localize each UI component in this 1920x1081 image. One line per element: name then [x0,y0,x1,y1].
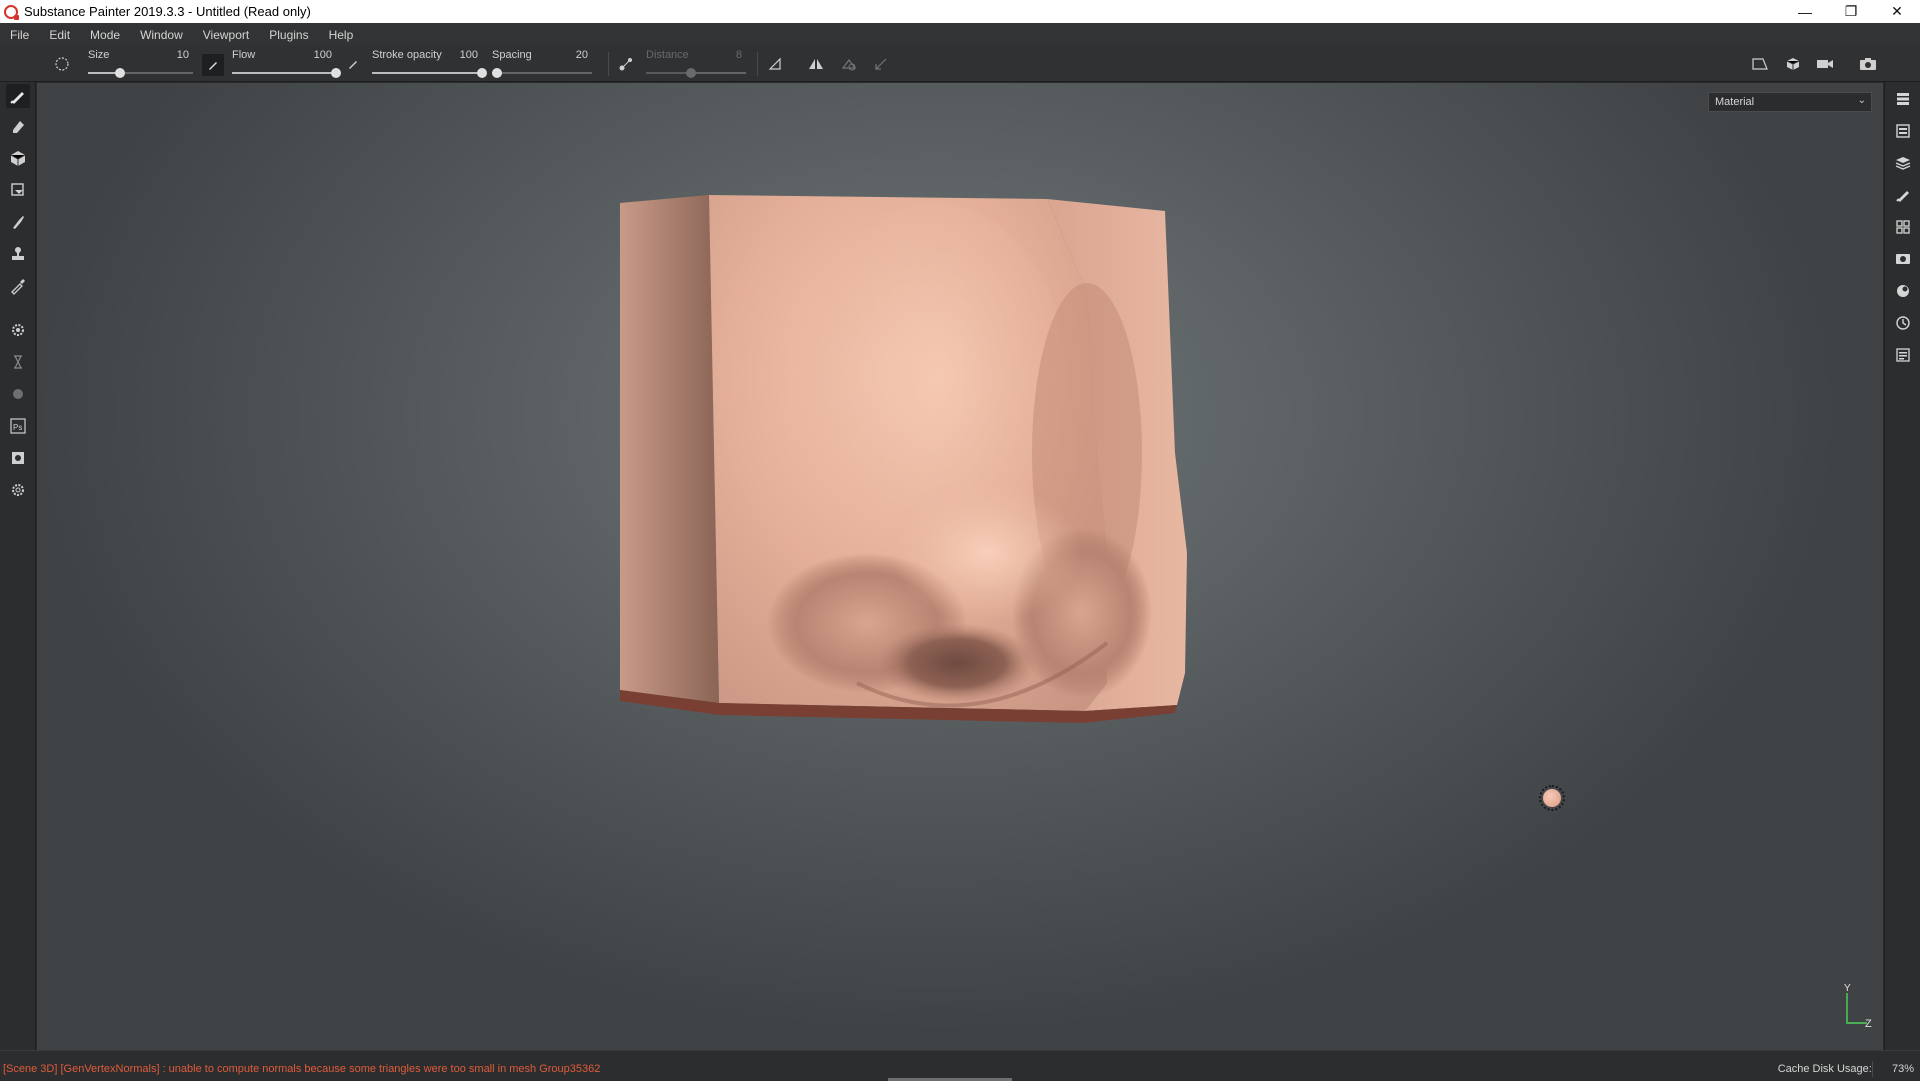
stroke-opacity-slider[interactable]: Stroke opacity 100 [372,46,487,82]
stroke-opacity-knob[interactable] [477,68,487,78]
brush-shape-icon[interactable] [52,54,72,74]
lazy-mouse-icon[interactable] [616,54,636,74]
axis-gizmo-icon: Y Z [1844,983,1872,1030]
flow-slider[interactable]: Flow 100 [232,46,341,82]
menu-window[interactable]: Window [130,28,193,42]
window-title: Substance Painter 2019.3.3 - Untitled (R… [24,4,311,19]
size-pen-pressure-icon[interactable] [202,54,224,76]
distance-fill [646,72,691,74]
toolbar-divider [757,52,758,76]
nose-tip-highlight [892,483,1082,623]
distance-slider: Distance 8 [646,46,746,82]
environment-light-icon[interactable] [1539,785,1565,811]
shelf-icon[interactable] [1891,215,1915,239]
size-value[interactable]: 10 [177,49,189,61]
svg-text:Ps: Ps [13,423,22,432]
viewport-3d-icon[interactable] [1783,54,1803,74]
flow-label: Flow [232,49,256,61]
stroke-opacity-fill [372,72,482,74]
close-icon[interactable]: ✕ [1874,0,1920,23]
distance-value: 8 [735,49,742,61]
flow-knob[interactable] [331,68,341,78]
tool-options-bar: Size 10 Flow 100 Stroke opacity 100 Spac… [0,46,1920,82]
3d-viewport[interactable]: Material ⌄ Y Z [37,83,1883,1050]
color-picker-icon[interactable] [6,274,30,298]
nostril-shadow [877,623,1037,703]
title-bar: Substance Painter 2019.3.3 - Untitled (R… [0,0,1920,23]
display-settings-icon[interactable] [1891,247,1915,271]
brush-alignment-icon[interactable] [839,54,859,74]
right-toolbar [1884,82,1920,1050]
menu-file[interactable]: File [0,28,39,42]
stroke-opacity-value[interactable]: 100 [460,49,478,61]
axis-z-label: Z [1865,1018,1872,1030]
axis-y-label: Y [1844,983,1851,994]
plugin-icon[interactable] [6,382,30,406]
line-mode-icon[interactable] [871,54,891,74]
window-controls: — ❐ ✕ [1782,0,1920,23]
layers-icon[interactable] [1891,151,1915,175]
stroke-opacity-label: Stroke opacity [372,49,442,61]
status-divider [1872,1061,1873,1077]
flow-pen-pressure-icon[interactable] [343,54,363,74]
flow-value[interactable]: 100 [314,49,332,61]
status-error-message[interactable]: [Scene 3D] [GenVertexNormals] : unable t… [3,1063,600,1075]
layers-stack-icon[interactable] [1891,87,1915,111]
properties-icon[interactable] [1891,183,1915,207]
status-bar: [Scene 3D] [GenVertexNormals] : unable t… [0,1050,1920,1081]
menu-mode[interactable]: Mode [80,28,130,42]
size-label: Size [88,49,110,61]
restore-icon[interactable]: ❐ [1828,0,1874,23]
nose-mesh-render[interactable] [37,83,1883,1050]
eraser-icon[interactable] [6,114,30,138]
camera-settings-icon[interactable] [1815,54,1835,74]
spacing-value[interactable]: 20 [576,49,588,61]
iray-icon[interactable] [6,350,30,374]
shader-settings-icon[interactable] [1891,279,1915,303]
cache-disk-usage-value: 73% [1891,1063,1914,1075]
left-toolbar: Ps [0,82,36,1050]
distance-knob [686,68,696,78]
mesh-side-face [620,195,719,703]
settings-icon[interactable] [6,478,30,502]
spacing-track [492,72,592,74]
bake-settings-icon[interactable] [6,318,30,342]
cache-disk-usage-label: Cache Disk Usage: [1777,1063,1872,1075]
screenshot-icon[interactable] [1858,54,1878,74]
mirror-icon[interactable] [806,54,826,74]
symmetry-icon[interactable] [765,54,785,74]
history-icon[interactable] [1891,311,1915,335]
polygon-fill-icon[interactable] [6,178,30,202]
projection-icon[interactable] [6,146,30,170]
menu-edit[interactable]: Edit [39,28,80,42]
distance-label: Distance [646,49,689,61]
spacing-slider[interactable]: Spacing 20 [492,46,592,82]
camera-view-icon[interactable] [1750,54,1770,74]
flow-fill [232,72,336,74]
menu-help[interactable]: Help [319,28,364,42]
photoshop-export-icon[interactable]: Ps [6,414,30,438]
spacing-label: Spacing [492,49,532,61]
menu-viewport[interactable]: Viewport [193,28,259,42]
minimize-icon[interactable]: — [1782,0,1828,23]
cache-disk-usage: Cache Disk Usage: 73% [1778,1063,1914,1075]
size-slider[interactable]: Size 10 [88,46,193,82]
paint-brush-icon[interactable] [6,84,30,108]
light-preview-sphere [1543,789,1561,807]
substance-painter-logo-icon [4,4,19,20]
smudge-icon[interactable] [6,210,30,234]
export-icon[interactable] [6,446,30,470]
size-knob[interactable] [114,68,125,78]
toolbar-divider [608,52,609,76]
texture-set-list-icon[interactable] [1891,119,1915,143]
clone-stamp-icon[interactable] [6,242,30,266]
log-icon[interactable] [1891,343,1915,367]
spacing-knob[interactable] [492,68,502,78]
menu-bar: File Edit Mode Window Viewport Plugins H… [0,23,1920,46]
menu-plugins[interactable]: Plugins [259,28,318,42]
